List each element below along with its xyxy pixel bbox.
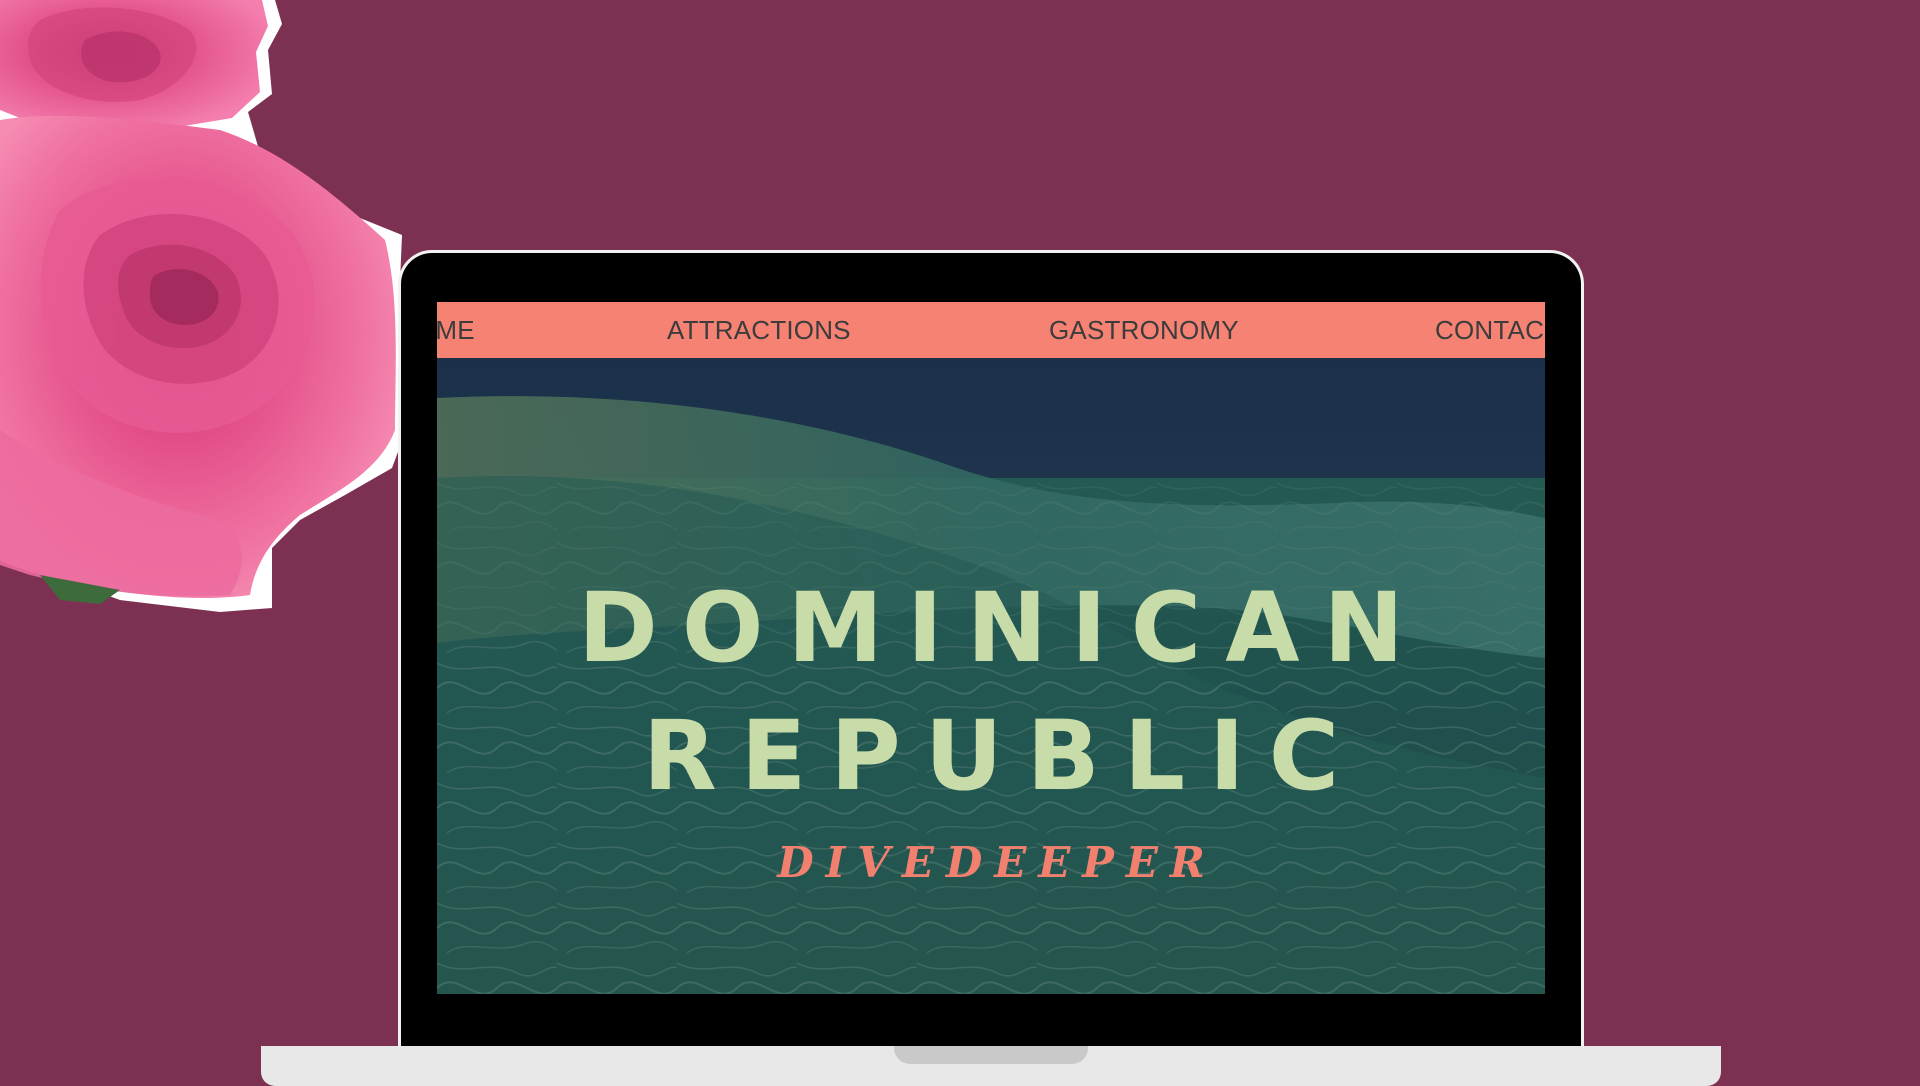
laptop-notch bbox=[894, 1046, 1088, 1064]
hero-section: DOMINICAN REPUBLIC DIVEDEEPER bbox=[437, 358, 1545, 994]
hero-tagline: DIVEDEEPER bbox=[777, 838, 1217, 887]
nav-link-gastronomy[interactable]: GASTRONOMY bbox=[1049, 302, 1239, 358]
top-navigation-bar: OME ATTRACTIONS GASTRONOMY CONTAC bbox=[437, 302, 1545, 358]
laptop-screen: OME ATTRACTIONS GASTRONOMY CONTAC bbox=[437, 302, 1545, 994]
hero-title-line-1: DOMINICAN bbox=[578, 572, 1428, 684]
hero-title-line-2: REPUBLIC bbox=[642, 700, 1364, 812]
rose-icon bbox=[0, 0, 408, 612]
nav-link-home[interactable]: OME bbox=[437, 302, 475, 358]
nav-link-attractions[interactable]: ATTRACTIONS bbox=[667, 302, 851, 358]
nav-link-contact[interactable]: CONTAC bbox=[1435, 302, 1544, 358]
